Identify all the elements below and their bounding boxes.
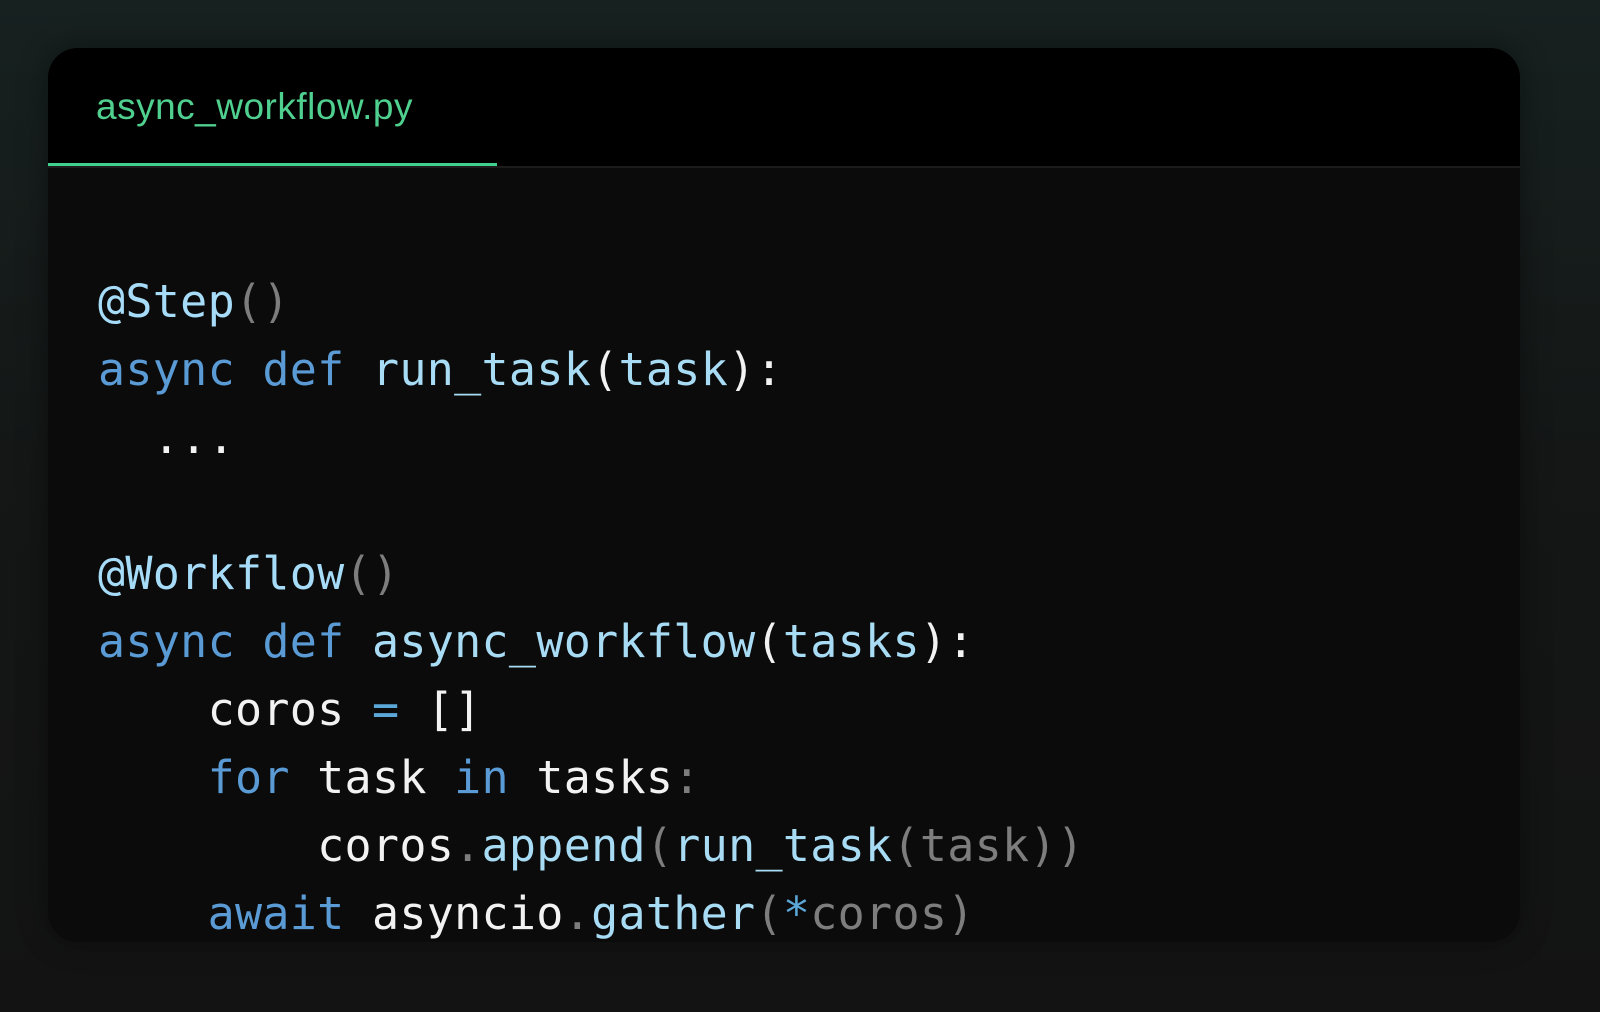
code-token: @Step: [98, 275, 235, 328]
code-line: for task in tasks:: [98, 744, 1084, 812]
code-token: [98, 751, 208, 804]
code-line: [98, 472, 1084, 540]
code-block: @Step()async def run_task(task): ...@Wor…: [98, 268, 1084, 942]
code-token: (): [345, 547, 400, 600]
code-token: in: [454, 751, 509, 804]
code-token: ):: [728, 343, 783, 396]
code-token: coros): [810, 887, 974, 940]
code-token: .: [454, 819, 481, 872]
code-token: tasks: [509, 751, 673, 804]
code-token: task: [619, 343, 729, 396]
code-card: async_workflow.py @Step()async def run_t…: [48, 48, 1520, 942]
code-token: async_workflow: [372, 615, 756, 668]
code-token: def: [262, 343, 344, 396]
code-line: await asyncio.gather(*coros): [98, 880, 1084, 942]
code-token: [98, 887, 208, 940]
code-token: run_task: [673, 819, 892, 872]
code-token: @Workflow: [98, 547, 345, 600]
code-token: :: [673, 751, 700, 804]
code-line: coros.append(run_task(task)): [98, 812, 1084, 880]
code-token: asyncio: [345, 887, 564, 940]
tab-async-workflow[interactable]: async_workflow.py: [48, 48, 497, 166]
code-line: ...: [98, 404, 1084, 472]
code-token: []: [399, 683, 481, 736]
code-token: (task)): [892, 819, 1084, 872]
tab-bar: async_workflow.py: [48, 48, 1520, 168]
code-token: async: [98, 615, 235, 668]
code-token: (): [235, 275, 290, 328]
code-token: gather: [591, 887, 755, 940]
code-token: tasks: [783, 615, 920, 668]
code-token: def: [262, 615, 344, 668]
code-token: await: [208, 887, 345, 940]
code-line: @Step(): [98, 268, 1084, 336]
code-token: append: [482, 819, 646, 872]
code-token: (: [646, 819, 673, 872]
tab-label: async_workflow.py: [96, 86, 413, 128]
code-token: [235, 343, 262, 396]
code-token: coros: [98, 683, 372, 736]
code-line: async def run_task(task):: [98, 336, 1084, 404]
code-token: *: [783, 887, 810, 940]
code-token: [345, 615, 372, 668]
code-token: .: [564, 887, 591, 940]
code-token: (: [591, 343, 618, 396]
code-token: for: [208, 751, 290, 804]
code-token: [345, 343, 372, 396]
code-token: ):: [920, 615, 975, 668]
code-token: ...: [98, 411, 235, 464]
code-token: async: [98, 343, 235, 396]
code-line: async def async_workflow(tasks):: [98, 608, 1084, 676]
code-line: @Workflow(): [98, 540, 1084, 608]
code-token: run_task: [372, 343, 591, 396]
code-token: (: [755, 615, 782, 668]
code-token: =: [372, 683, 399, 736]
code-line: coros = []: [98, 676, 1084, 744]
code-token: (: [755, 887, 782, 940]
code-token: task: [290, 751, 454, 804]
code-token: coros: [98, 819, 454, 872]
code-token: [235, 615, 262, 668]
